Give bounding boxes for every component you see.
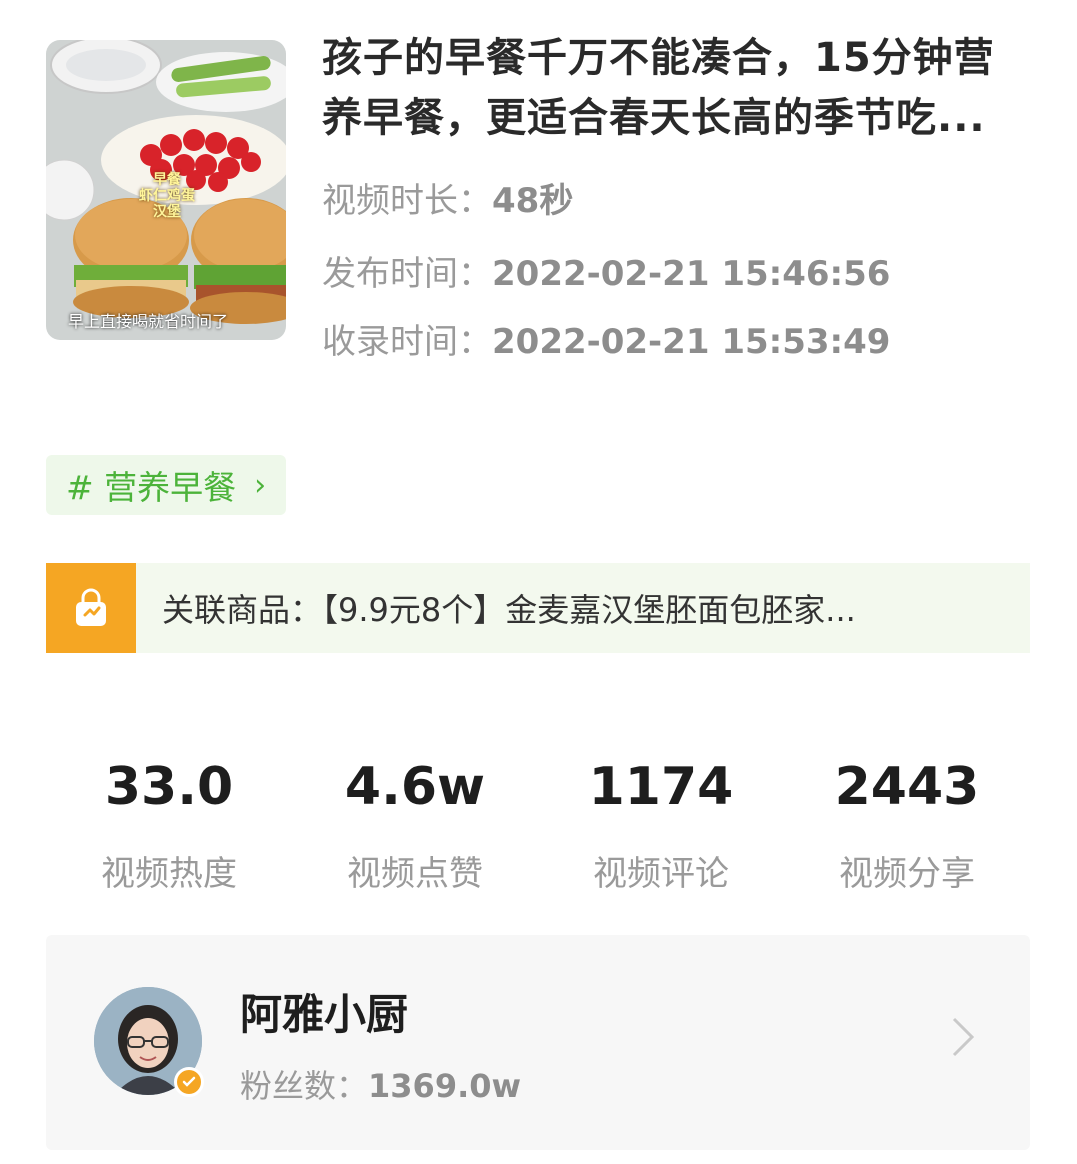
stat-value: 2443	[834, 757, 980, 817]
video-stats: 33.0 视频热度 4.6w 视频点赞 1174 视频评论 2443 视频分享	[46, 752, 1030, 895]
video-thumbnail[interactable]: 早餐 虾仁鸡蛋 汉堡 早上直接喝就省时间了	[46, 40, 286, 340]
stat-comments: 1174 视频评论	[538, 752, 784, 895]
thumbnail-overlay-line: 虾仁鸡蛋	[139, 188, 195, 204]
publish-time-value: 2022-02-21 15:46:56	[492, 254, 891, 294]
stat-heat: 33.0 视频热度	[46, 752, 292, 895]
publish-time-row: 发布时间：2022-02-21 15:46:56	[322, 246, 890, 295]
stat-label: 视频分享	[839, 854, 975, 894]
stat-label: 视频点赞	[347, 854, 483, 894]
collect-time-row: 收录时间：2022-02-21 15:53:49	[322, 314, 890, 363]
author-card[interactable]: 阿雅小厨 粉丝数：1369.0w	[46, 935, 1030, 1150]
thumbnail-overlay-line: 汉堡	[153, 204, 181, 220]
thumbnail-overlay-bottom: 早上直接喝就省时间了	[68, 312, 229, 331]
shopping-bag-icon	[46, 563, 136, 653]
duration-row: 视频时长：48秒	[322, 173, 573, 222]
related-product-label: 关联商品：	[162, 591, 323, 629]
duration-label: 视频时长：	[322, 181, 492, 221]
stat-shares: 2443 视频分享	[784, 752, 1030, 895]
collect-time-label: 收录时间：	[322, 322, 492, 362]
chevron-right-icon: ›	[254, 467, 267, 503]
topic-tag-button[interactable]: # 营养早餐 ›	[46, 455, 287, 515]
related-product-bar[interactable]: 关联商品：【9.9元8个】金麦嘉汉堡胚面包胚家...	[46, 563, 1030, 653]
author-fans: 粉丝数：1369.0w	[240, 1061, 521, 1107]
duration-value: 48秒	[492, 181, 574, 221]
chevron-right-icon[interactable]	[948, 1015, 978, 1063]
thumbnail-overlay-top: 早餐 虾仁鸡蛋 汉堡	[132, 172, 202, 220]
fans-value: 1369.0w	[368, 1067, 522, 1105]
stat-label: 视频评论	[593, 854, 729, 894]
topic-tag-label: # 营养早餐	[66, 468, 237, 507]
thumbnail-overlay-line: 早餐	[153, 172, 181, 188]
stat-value: 4.6w	[344, 757, 486, 817]
fans-label: 粉丝数：	[240, 1067, 369, 1105]
stat-value: 1174	[588, 757, 734, 817]
author-name: 阿雅小厨	[240, 990, 409, 1039]
video-title[interactable]: 孩子的早餐千万不能凑合，15分钟营养早餐，更适合春天长高的季节吃...	[322, 28, 1022, 148]
publish-time-label: 发布时间：	[322, 254, 492, 294]
related-product-name: 【9.9元8个】金麦嘉汉堡胚面包胚家...	[322, 591, 856, 629]
stat-label: 视频热度	[101, 854, 237, 894]
stat-likes: 4.6w 视频点赞	[292, 752, 538, 895]
collect-time-value: 2022-02-21 15:53:49	[492, 322, 891, 362]
stat-value: 33.0	[104, 757, 234, 817]
verified-check-icon	[174, 1067, 204, 1097]
